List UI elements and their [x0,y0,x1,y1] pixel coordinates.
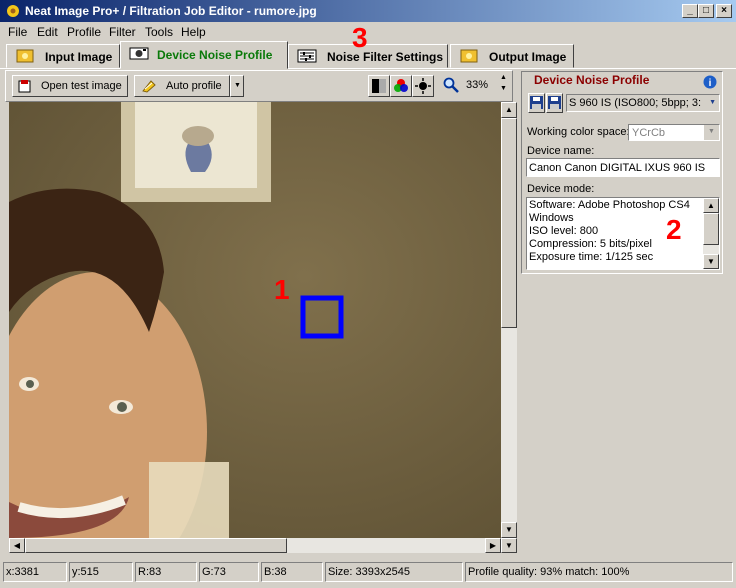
status-r: R:83 [135,562,197,582]
device-mode-textarea[interactable]: Software: Adobe Photoshop CS4 Windows IS… [526,197,720,270]
spin-down-icon[interactable]: ▼ [500,85,507,92]
zoom-spinner[interactable]: ▲ ▼ [498,74,510,96]
menu-profile[interactable]: Profile [67,25,101,39]
scroll-corner-down-icon[interactable]: ▼ [501,538,517,553]
device-mode-line: Exposure time: 1/125 sec [529,251,654,263]
menu-file[interactable]: File [8,25,27,39]
auto-profile-icon [142,80,156,93]
menu-edit[interactable]: Edit [37,25,58,39]
menu-help[interactable]: Help [181,25,206,39]
app-flower-icon [7,5,19,17]
window-title: Neat Image Pro+ / Filtration Job Editor … [25,4,317,18]
device-noise-profile-panel: Device Noise Profile i S 960 IS (ISO800;… [521,71,723,274]
textarea-scroll-down-icon[interactable]: ▼ [703,254,719,269]
zoom-magnifier-icon[interactable] [443,77,459,93]
status-y: y:515 [69,562,133,582]
device-mode-scrollbar[interactable]: ▲ ▼ [703,198,719,269]
maximize-button[interactable]: □ [698,4,714,18]
horizontal-scroll-thumb[interactable] [25,538,287,553]
menu-tools[interactable]: Tools [145,25,173,39]
tab-noise-filter-settings-label: Noise Filter Settings [327,50,444,64]
profile-select[interactable]: S 960 IS (ISO800; 5bpp; 3: ▼ [566,94,720,112]
color-channels-button[interactable] [390,75,412,97]
textarea-scroll-up-icon[interactable]: ▲ [703,198,719,213]
dropdown-arrow-icon: ▼ [234,82,241,89]
close-button[interactable]: × [716,4,732,18]
info-icon[interactable]: i [703,75,717,89]
image-toolbar: Open test image Auto profile ▼ 33% ▲ ▼ [5,70,513,102]
horizontal-scrollbar[interactable]: ◀ ▶ [9,538,501,553]
status-b: B:38 [261,562,323,582]
floppy-load-icon [530,96,543,109]
photo-image [9,102,501,538]
working-color-space-label: Working color space: [527,126,630,138]
open-test-image-button[interactable]: Open test image [12,75,128,97]
tab-noise-filter-settings[interactable]: Noise Filter Settings [288,44,448,68]
grayscale-icon [372,79,386,93]
scroll-right-icon[interactable]: ▶ [485,538,501,553]
app-window: Neat Image Pro+ / Filtration Job Editor … [0,0,736,588]
scroll-down-icon[interactable]: ▼ [501,522,517,538]
brightness-button[interactable] [412,75,434,97]
tab-input-image-label: Input Image [45,50,113,64]
tab-output-image-label: Output Image [489,50,567,64]
scroll-left-icon[interactable]: ◀ [9,538,25,553]
spin-up-icon[interactable]: ▲ [500,74,507,81]
brightness-icon [415,78,431,94]
auto-profile-dropdown-button[interactable]: ▼ [230,75,244,97]
profile-dropdown-arrow-icon[interactable]: ▼ [709,99,716,106]
status-size: Size: 3393x2545 [325,562,463,582]
tab-device-noise-profile[interactable]: Device Noise Profile [120,41,288,69]
filter-settings-icon [297,49,317,63]
minimize-button[interactable]: _ [682,4,698,18]
status-x: x:3381 [3,562,67,582]
output-image-icon [460,49,478,63]
tab-device-noise-profile-label: Device Noise Profile [157,48,273,62]
device-mode-label: Device mode: [527,183,595,195]
camera-icon [129,47,149,60]
rgb-channels-icon [394,79,408,92]
tab-divider [0,68,736,69]
color-space-dropdown-arrow-icon[interactable]: ▼ [704,125,719,140]
vertical-scroll-thumb[interactable] [501,118,517,328]
device-name-label: Device name: [527,145,595,157]
grayscale-view-button[interactable] [368,75,390,97]
svg-text:i: i [709,78,712,89]
status-profile-quality: Profile quality: 93% match: 100% [465,562,733,582]
device-mode-line: Software: Adobe Photoshop CS4 [529,199,690,211]
annotation-3: 3 [352,22,368,53]
annotation-2: 2 [666,214,682,245]
annotation-1: 1 [274,274,290,305]
menu-filter[interactable]: Filter [109,25,136,39]
title-bar: Neat Image Pro+ / Filtration Job Editor … [0,0,736,22]
tab-input-image[interactable]: Input Image [6,44,120,68]
status-g: G:73 [199,562,259,582]
open-file-icon [18,80,31,93]
load-profile-button[interactable] [528,93,545,113]
input-image-icon [16,49,34,63]
save-profile-button[interactable] [546,93,563,113]
auto-profile-button[interactable]: Auto profile [134,75,230,97]
image-preview[interactable] [9,102,501,538]
floppy-save-icon [548,96,561,109]
tab-output-image[interactable]: Output Image [450,44,574,68]
menu-bar: File Edit Profile Filter Tools Help [0,22,736,40]
device-name-field[interactable]: Canon Canon DIGITAL IXUS 960 IS [526,158,720,177]
working-color-space-select[interactable]: YCrCb ▼ [628,124,720,141]
scroll-up-icon[interactable]: ▲ [501,102,517,118]
panel-title: Device Noise Profile [532,73,652,87]
textarea-scroll-thumb[interactable] [703,213,719,245]
zoom-level: 33% [466,79,489,91]
vertical-scrollbar[interactable]: ▲ ▼ [501,102,517,538]
